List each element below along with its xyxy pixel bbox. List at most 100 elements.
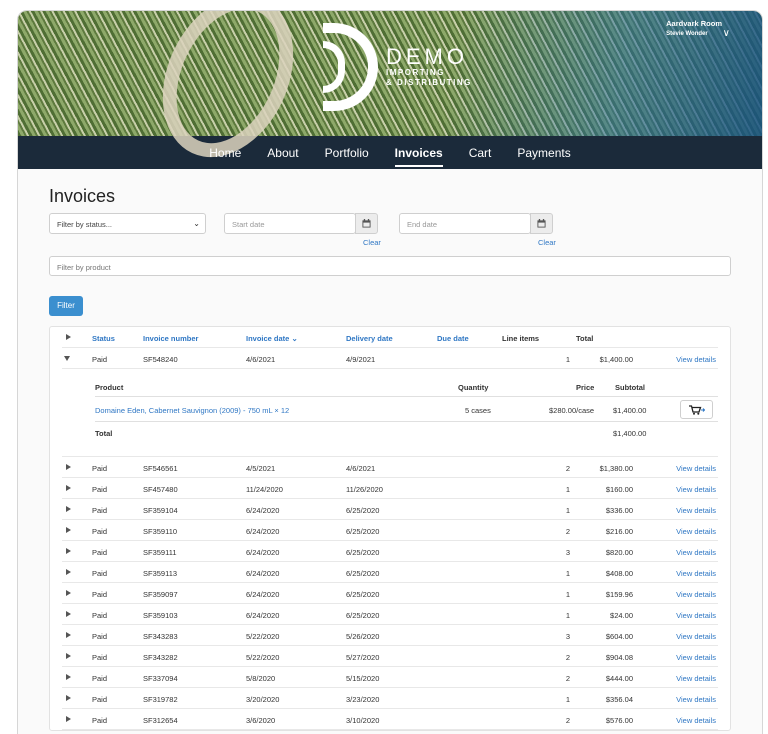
table-row[interactable]: Paid SF457480 11/24/2020 11/26/2020 1 $160.00… bbox=[62, 478, 718, 499]
cell-total: $444.00 bbox=[605, 674, 633, 683]
cell-status: Paid bbox=[92, 590, 108, 599]
add-to-cart-button[interactable] bbox=[680, 400, 713, 419]
cell-total: $160.00 bbox=[605, 485, 633, 494]
nav-payments[interactable]: Payments bbox=[517, 143, 570, 163]
cell-number: SF359113 bbox=[143, 569, 178, 578]
caret-right-icon[interactable] bbox=[66, 674, 71, 680]
col-delivery-date[interactable]: Delivery date bbox=[346, 334, 393, 343]
table-row[interactable]: Paid SF546561 4/5/2021 4/6/2021 2 $1,380.00 Vi… bbox=[62, 457, 718, 478]
table-row[interactable]: Paid SF359097 6/24/2020 6/25/2020 1 $159.96 Vi… bbox=[62, 583, 718, 604]
cell-invoice-date: 4/6/2021 bbox=[246, 355, 276, 364]
nav-cart[interactable]: Cart bbox=[469, 143, 492, 163]
table-row[interactable]: Paid SF359113 6/24/2020 6/25/2020 1 $408.00 Vi… bbox=[62, 562, 718, 583]
table-row[interactable]: Paid SF359104 6/24/2020 6/25/2020 1 $336.00 Vi… bbox=[62, 499, 718, 520]
view-details-link[interactable]: View details bbox=[676, 611, 716, 620]
col-invoice-date[interactable]: Invoice date ⌄ bbox=[246, 334, 298, 343]
table-row[interactable]: Paid SF359110 6/24/2020 6/25/2020 2 $216.00 Vi… bbox=[62, 520, 718, 541]
detail-quantity: 5 cases bbox=[465, 406, 491, 415]
table-row[interactable]: Paid SF343283 5/22/2020 5/26/2020 3 $604.00 Vi… bbox=[62, 625, 718, 646]
col-invoice-number[interactable]: Invoice number bbox=[143, 334, 198, 343]
view-details-link[interactable]: View details bbox=[676, 590, 716, 599]
caret-right-icon[interactable] bbox=[66, 632, 71, 638]
view-details-link[interactable]: View details bbox=[676, 355, 716, 364]
col-status[interactable]: Status bbox=[92, 334, 115, 343]
caret-right-icon[interactable] bbox=[66, 527, 71, 533]
detail-price: $280.00/case bbox=[549, 406, 595, 415]
caret-right-icon[interactable] bbox=[66, 464, 71, 470]
product-filter-input[interactable]: Filter by product bbox=[49, 256, 731, 276]
cell-status: Paid bbox=[92, 611, 108, 620]
nav-home[interactable]: Home bbox=[209, 143, 241, 163]
view-details-link[interactable]: View details bbox=[676, 464, 716, 473]
end-date-input[interactable]: End date bbox=[399, 213, 531, 234]
cell-invoice-date: 6/24/2020 bbox=[246, 569, 280, 578]
table-row[interactable]: Paid SF337094 5/8/2020 5/15/2020 2 $444.00 Vie… bbox=[62, 667, 718, 688]
table-row[interactable]: Paid SF343282 5/22/2020 5/27/2020 2 $904.08 Vi… bbox=[62, 646, 718, 667]
cart-icon bbox=[688, 404, 705, 415]
chevron-down-icon[interactable]: ∨ bbox=[723, 28, 730, 39]
cell-invoice-date: 3/6/2020 bbox=[246, 716, 276, 725]
caret-right-icon[interactable] bbox=[66, 716, 71, 722]
caret-right-icon[interactable] bbox=[66, 653, 71, 659]
nav-portfolio[interactable]: Portfolio bbox=[325, 143, 369, 163]
calendar-icon[interactable] bbox=[530, 213, 553, 234]
caret-right-icon[interactable] bbox=[66, 611, 71, 617]
clear-start-date-link[interactable]: Clear bbox=[363, 238, 381, 247]
detail-col-product: Product bbox=[95, 383, 124, 392]
view-details-link[interactable]: View details bbox=[676, 506, 716, 515]
caret-right-icon[interactable] bbox=[66, 548, 71, 554]
main-nav: Home About Portfolio Invoices Cart Payme… bbox=[18, 136, 762, 169]
sort-down-icon: ⌄ bbox=[291, 334, 298, 343]
cell-status: Paid bbox=[92, 527, 108, 536]
caret-right-icon[interactable] bbox=[66, 569, 71, 575]
status-select[interactable]: Filter by status... ⌄ bbox=[49, 213, 206, 234]
cell-line-items: 1 bbox=[565, 611, 570, 620]
cell-line-items: 2 bbox=[565, 527, 570, 536]
detail-col-quantity: Quantity bbox=[458, 383, 489, 392]
nav-invoices[interactable]: Invoices bbox=[394, 143, 443, 167]
caret-right-icon[interactable] bbox=[66, 485, 71, 491]
start-date-input[interactable]: Start date bbox=[224, 213, 356, 234]
caret-right-icon[interactable] bbox=[66, 695, 71, 701]
calendar-icon[interactable] bbox=[355, 213, 378, 234]
clear-end-date-link[interactable]: Clear bbox=[538, 238, 556, 247]
view-details-link[interactable]: View details bbox=[676, 632, 716, 641]
table-row[interactable]: Paid SF359111 6/24/2020 6/25/2020 3 $820.00 Vi… bbox=[62, 541, 718, 562]
cell-total: $1,380.00 bbox=[599, 464, 633, 473]
caret-right-icon[interactable] bbox=[66, 506, 71, 512]
cell-status: Paid bbox=[92, 695, 108, 704]
invoice-detail-panel: Product Quantity Price Subtotal Domaine … bbox=[62, 369, 718, 457]
table-row[interactable]: Paid SF312654 3/6/2020 3/10/2020 2 $576.00 Vie… bbox=[62, 709, 718, 730]
view-details-link[interactable]: View details bbox=[676, 485, 716, 494]
cell-delivery-date: 5/15/2020 bbox=[346, 674, 380, 683]
view-details-link[interactable]: View details bbox=[676, 674, 716, 683]
caret-right-icon[interactable] bbox=[66, 590, 71, 596]
cell-delivery-date: 6/25/2020 bbox=[346, 527, 380, 536]
nav-about[interactable]: About bbox=[267, 143, 298, 163]
cell-status: Paid bbox=[92, 548, 108, 557]
col-due-date[interactable]: Due date bbox=[437, 334, 469, 343]
detail-product-link[interactable]: Domaine Eden, Cabernet Sauvignon (2009) … bbox=[95, 406, 289, 415]
view-details-link[interactable]: View details bbox=[676, 527, 716, 536]
user-menu[interactable]: Aardvark Room Stevie Wonder bbox=[666, 19, 722, 37]
table-row[interactable]: Paid SF319782 3/20/2020 3/23/2020 1 $356.04 Vi… bbox=[62, 688, 718, 709]
table-row[interactable]: Paid SF359103 6/24/2020 6/25/2020 1 $24.00 Vie… bbox=[62, 604, 718, 625]
table-row-expanded[interactable]: Paid SF548240 4/6/2021 4/9/2021 1 $1,400… bbox=[62, 348, 718, 369]
view-details-link[interactable]: View details bbox=[676, 716, 716, 725]
cell-line-items: 1 bbox=[565, 590, 570, 599]
view-details-link[interactable]: View details bbox=[676, 548, 716, 557]
cell-total: $904.08 bbox=[605, 653, 633, 662]
cell-total: $159.96 bbox=[605, 590, 633, 599]
caret-right-icon[interactable] bbox=[66, 334, 71, 340]
view-details-link[interactable]: View details bbox=[676, 653, 716, 662]
cell-number: SF359097 bbox=[143, 590, 178, 599]
view-details-link[interactable]: View details bbox=[676, 569, 716, 578]
view-details-link[interactable]: View details bbox=[676, 695, 716, 704]
cell-delivery-date: 11/26/2020 bbox=[346, 485, 383, 494]
brand-logo[interactable]: DEMO IMPORTING & DISTRIBUTING bbox=[323, 23, 472, 111]
caret-down-icon[interactable] bbox=[64, 356, 70, 361]
cell-status: Paid bbox=[92, 464, 108, 473]
cell-line-items: 1 bbox=[565, 506, 570, 515]
cell-line-items: 2 bbox=[565, 674, 570, 683]
filter-button[interactable]: Filter bbox=[49, 296, 83, 316]
